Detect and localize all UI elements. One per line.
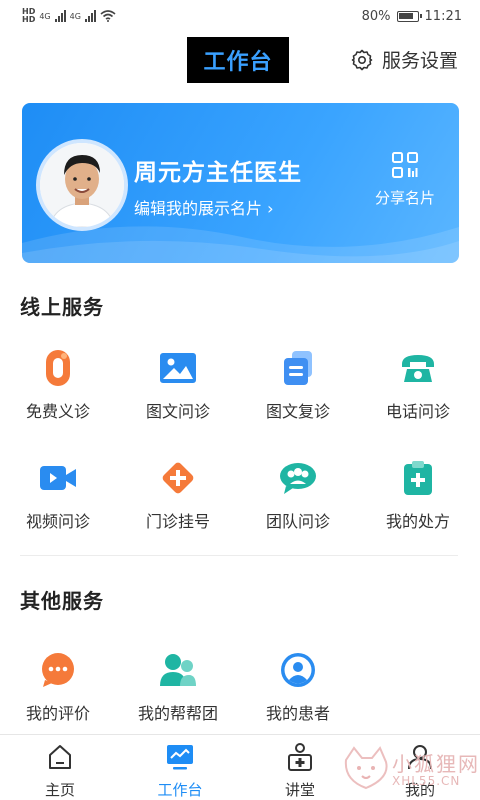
service-settings-label: 服务设置: [381, 50, 458, 72]
tab-home[interactable]: 主页: [15, 741, 105, 800]
team-consult-icon: [278, 458, 318, 498]
free-consult-icon: [38, 348, 78, 388]
status-bar: HD HD 4G 4G 80% 11:21: [0, 0, 480, 32]
tab-home-label: 主页: [44, 781, 75, 799]
section-divider: [20, 555, 458, 556]
network-type-2: 4G: [69, 11, 81, 21]
clinic-register-icon: [158, 458, 198, 498]
reviews-icon: [38, 650, 78, 690]
workbench-icon: [164, 741, 196, 773]
free-consult-label: 免费义诊: [25, 402, 90, 421]
share-card-label: 分享名片: [374, 189, 435, 207]
battery-icon: [396, 10, 422, 22]
team-consult-button[interactable]: 团队问诊: [243, 458, 353, 532]
service-settings-button[interactable]: 服务设置: [350, 46, 458, 73]
wifi-icon: [100, 10, 116, 22]
header: 工作台 服务设置: [0, 32, 480, 88]
watermark-text: 小狐狸网: [392, 752, 480, 776]
patients-icon: [278, 650, 318, 690]
help-team-label: 我的帮帮团: [137, 704, 218, 723]
watermark-subtext: XHL55.CN: [392, 774, 461, 788]
doctor-business-card[interactable]: 周元方主任医生 编辑我的展示名片 › 分享名片: [22, 103, 459, 263]
home-icon: [44, 741, 76, 773]
page-title: 工作台: [187, 37, 289, 83]
clock: 11:21: [424, 8, 462, 24]
clinic-register-label: 门诊挂号: [145, 512, 210, 531]
phone-consult-label: 电话问诊: [385, 402, 450, 421]
prescription-icon: [398, 458, 438, 498]
network-type-1: 4G: [39, 11, 51, 21]
team-consult-label: 团队问诊: [265, 512, 330, 531]
image-text-followup-label: 图文复诊: [265, 402, 330, 421]
online-services-title: 线上服务: [20, 295, 104, 319]
image-text-followup-button[interactable]: 图文复诊: [243, 348, 353, 422]
tab-workbench[interactable]: 工作台: [135, 741, 225, 800]
image-text-consult-label: 图文问诊: [145, 402, 210, 421]
prescription-button[interactable]: 我的处方: [363, 458, 473, 532]
free-consult-button[interactable]: 免费义诊: [3, 348, 113, 422]
chevron-right-icon: ›: [267, 199, 274, 218]
signal-area: HD HD 4G 4G: [22, 8, 116, 24]
doctor-portrait: [40, 143, 124, 227]
gear-icon: [351, 49, 373, 70]
phone-consult-button[interactable]: 电话问诊: [363, 348, 473, 422]
image-text-consult-icon: [158, 348, 198, 388]
image-text-followup-icon: [278, 348, 318, 388]
status-right: 80% 11:21: [362, 9, 462, 24]
qr-code-icon: [391, 152, 418, 178]
help-team-button[interactable]: 我的帮帮团: [123, 650, 233, 724]
tab-lecture-label: 讲堂: [284, 781, 315, 799]
tab-lecture[interactable]: 讲堂: [255, 741, 345, 800]
video-consult-label: 视频问诊: [25, 512, 90, 531]
clinic-register-button[interactable]: 门诊挂号: [123, 458, 233, 532]
reviews-label: 我的评价: [25, 704, 90, 723]
lecture-icon: [284, 741, 316, 773]
reviews-button[interactable]: 我的评价: [3, 650, 113, 724]
help-team-icon: [158, 650, 198, 690]
signal-icon: [54, 10, 66, 22]
patients-button[interactable]: 我的患者: [243, 650, 353, 724]
battery-percent: 80%: [361, 8, 391, 24]
edit-card-link[interactable]: 编辑我的展示名片 ›: [134, 195, 274, 219]
phone-consult-icon: [398, 348, 438, 388]
prescription-label: 我的处方: [385, 512, 450, 531]
share-card-button[interactable]: 分享名片: [375, 151, 435, 208]
tab-workbench-label: 工作台: [157, 781, 203, 799]
edit-card-label: 编辑我的展示名片: [134, 199, 263, 218]
doctor-avatar[interactable]: [36, 139, 128, 231]
video-consult-icon: [38, 458, 78, 498]
hd-indicator: HD HD: [22, 7, 36, 24]
other-services-title: 其他服务: [20, 589, 104, 613]
patients-label: 我的患者: [265, 704, 330, 723]
video-consult-button[interactable]: 视频问诊: [3, 458, 113, 532]
doctor-name: 周元方主任医生: [134, 160, 302, 186]
image-text-consult-button[interactable]: 图文问诊: [123, 348, 233, 422]
signal-icon-2: [84, 10, 96, 22]
